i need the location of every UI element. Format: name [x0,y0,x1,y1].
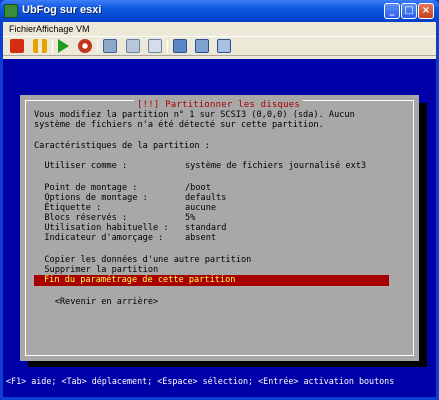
dialog-title: [!!] Partitionner les disques [134,100,303,110]
manage-snapshots-icon[interactable] [148,39,162,53]
toolbar-separator [167,40,168,53]
snapshot-icon[interactable] [103,39,117,53]
dialog-shadow [419,103,427,367]
vm-console[interactable]: [!!] Partitionner les disques Vous modif… [3,59,436,397]
field-bootable-flag-label[interactable]: Indicateur d'amorçage : [34,233,163,243]
action-finish-setup-label: Fin du paramétrage de cette partition [44,275,236,285]
menu-vm[interactable]: VM [76,24,90,34]
vm-app-icon [4,4,18,18]
field-use-as-value[interactable]: système de fichiers journalisé ext3 [185,161,366,171]
dialog-shadow [28,361,427,367]
field-use-as-label[interactable]: Utiliser comme : [34,161,127,171]
field-typical-usage-value[interactable]: standard [185,223,226,233]
partition-dialog: [!!] Partitionner les disques Vous modif… [20,95,419,361]
field-typical-usage-label[interactable]: Utilisation habituelle : [34,223,168,233]
close-button[interactable]: × [418,3,434,19]
help-line: <F1> aide; <Tab> déplacement; <Espace> s… [6,376,395,386]
field-mount-point-label[interactable]: Point de montage : [34,183,137,193]
window-title: UbFog sur esxi [22,4,102,16]
field-mount-options-label[interactable]: Options de montage : [34,193,147,203]
intro-text: Vous modifiez la partition n° 1 sur SCSI… [34,110,355,120]
menu-bar: Fichier Affichage VM [3,22,436,36]
console-icon-1[interactable] [173,39,187,53]
revert-snapshot-icon[interactable] [126,39,140,53]
stop-icon[interactable] [10,39,24,53]
field-reserved-blocks-label[interactable]: Blocs réservés : [34,213,127,223]
reset-icon[interactable] [78,39,92,53]
field-reserved-blocks-value[interactable]: 5% [185,213,195,223]
field-bootable-flag-value[interactable]: absent [185,233,216,243]
action-finish-setup-selected[interactable]: Fin du paramétrage de cette partition [34,275,389,286]
back-button[interactable]: <Revenir en arrière> [34,297,159,307]
section-label: Caractéristiques de la partition : [34,141,210,151]
toolbar-separator [52,40,53,53]
action-delete-partition[interactable]: Supprimer la partition [34,265,158,275]
console-icon-3[interactable] [217,39,231,53]
action-copy-data[interactable]: Copier les données d'une autre partition [34,255,251,265]
console-icon-2[interactable] [195,39,209,53]
toolbar [3,36,436,56]
field-mount-options-value[interactable]: defaults [185,193,226,203]
intro-text: système de fichiers n'a été détecté sur … [34,120,324,130]
minimize-button[interactable]: _ [384,3,400,19]
maximize-button[interactable]: □ [401,3,417,19]
field-label-label[interactable]: Étiquette : [34,203,101,213]
menu-fichier[interactable]: Fichier [9,24,36,34]
play-icon[interactable] [58,39,69,53]
pause-icon[interactable] [33,39,47,53]
title-bar[interactable]: UbFog sur esxi _ □ × [0,0,439,22]
field-mount-point-value[interactable]: /boot [185,183,211,193]
field-label-value[interactable]: aucune [185,203,216,213]
toolbar-separator [97,40,98,53]
menu-affichage[interactable]: Affichage [36,24,73,34]
